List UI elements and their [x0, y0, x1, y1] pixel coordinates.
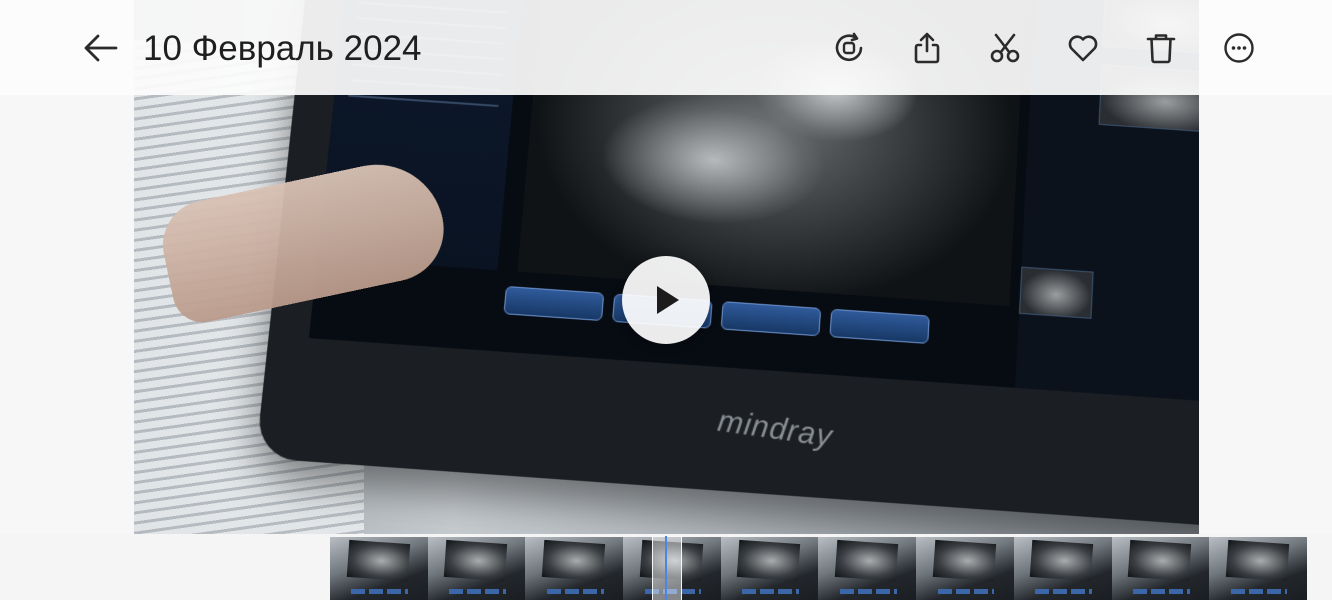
frame-thumbnail [525, 537, 623, 600]
share-icon [910, 31, 944, 65]
video-player: mindray 10 Февраль 2024 [0, 0, 1332, 600]
arrow-left-icon [82, 29, 120, 67]
thumbnail-image [1019, 267, 1094, 319]
cut-icon [988, 31, 1022, 65]
frame-thumbnails [330, 537, 1307, 600]
frame-thumbnail [330, 537, 428, 600]
page-title: 10 Февраль 2024 [143, 26, 422, 72]
rotate-video-button[interactable] [828, 28, 870, 68]
frame-thumbnail [916, 537, 1014, 600]
action-toolbar [828, 28, 1260, 68]
playhead-needle [665, 536, 667, 600]
play-icon [654, 284, 682, 316]
brand-logo: mindray [716, 404, 835, 455]
playhead-scrubber[interactable] [652, 536, 682, 600]
play-button[interactable] [622, 256, 710, 344]
delete-button[interactable] [1140, 28, 1182, 68]
favorite-icon [1066, 31, 1100, 65]
frame-thumbnail [721, 537, 819, 600]
frame-thumbnail [1014, 537, 1112, 600]
favorite-button[interactable] [1062, 28, 1104, 68]
cut-button[interactable] [984, 28, 1026, 68]
more-button[interactable] [1218, 28, 1260, 68]
frame-thumbnail [1209, 537, 1307, 600]
frame-thumbnail [428, 537, 526, 600]
share-button[interactable] [906, 28, 948, 68]
more-icon [1222, 31, 1256, 65]
rotate-video-icon [832, 31, 866, 65]
delete-icon [1144, 31, 1178, 65]
back-button[interactable] [82, 29, 120, 67]
top-bar: 10 Февраль 2024 [0, 0, 1332, 95]
frame-thumbnail [1112, 537, 1210, 600]
frame-thumbnail [818, 537, 916, 600]
